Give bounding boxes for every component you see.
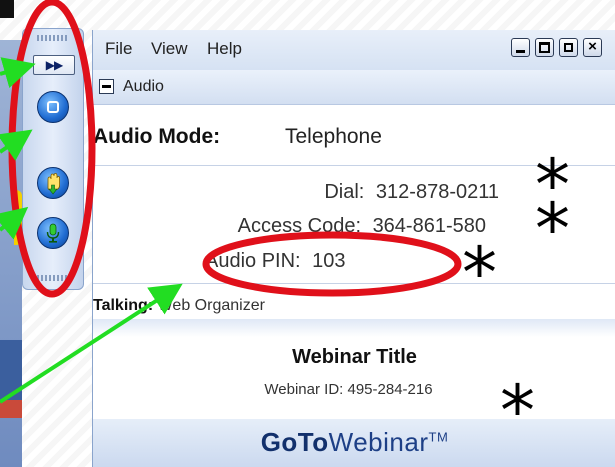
webinar-id: Webinar ID: 495-284-216	[93, 381, 615, 398]
collapse-icon[interactable]	[99, 79, 114, 94]
minimize-button[interactable]	[511, 38, 530, 57]
detach-button[interactable]	[559, 38, 578, 57]
webinar-id-value: 495-284-216	[347, 381, 433, 398]
yellow-tab	[14, 190, 22, 245]
audio-mode-value[interactable]: Telephone	[285, 125, 382, 149]
raise-hand-icon	[47, 173, 60, 195]
close-button[interactable]: ×	[583, 38, 602, 57]
annotation-asterisk: *	[462, 232, 497, 314]
dial-row: Dial: 312-878-0211	[324, 181, 499, 204]
maximize-button[interactable]	[535, 38, 554, 57]
access-code-label: Access Code:	[237, 215, 361, 237]
audio-pin-label: Audio PIN:	[205, 250, 301, 272]
menu-help[interactable]: Help	[207, 39, 242, 59]
raise-hand-button[interactable]	[37, 167, 69, 199]
talking-label: Talking:	[93, 297, 154, 314]
webinar-title: Webinar Title	[292, 346, 417, 368]
expand-panel-button[interactable]: ▶▶	[33, 55, 75, 75]
annotation-asterisk: *	[500, 370, 535, 452]
microphone-button[interactable]	[37, 217, 69, 249]
show-screen-button[interactable]	[37, 91, 69, 123]
audio-section-header[interactable]: Audio	[93, 70, 615, 105]
divider	[93, 283, 615, 284]
talking-value: Web Organizer	[157, 297, 265, 314]
audio-section-label: Audio	[123, 78, 164, 95]
menu-view[interactable]: View	[151, 39, 188, 59]
menu-bar: File View Help ×	[93, 30, 615, 70]
dial-label: Dial:	[324, 181, 365, 203]
webinar-info-box: Webinar Title Webinar ID: 495-284-216	[93, 319, 615, 419]
slide-corner-mark	[0, 0, 14, 18]
webinar-id-label: Webinar ID:	[264, 381, 344, 398]
gotowebinar-logo: GoToWebinarTM	[260, 427, 449, 457]
annotation-asterisk: *	[535, 188, 570, 270]
microphone-icon	[46, 223, 60, 243]
menu-file[interactable]: File	[105, 39, 132, 59]
underlying-window-edge	[0, 40, 22, 467]
access-code-row: Access Code: 364-861-580	[238, 215, 486, 238]
audio-pin-value: 103	[312, 250, 346, 272]
dial-number: 312-878-0211	[375, 181, 499, 203]
grip-handle-bottom[interactable]	[37, 275, 69, 281]
grip-handle-top[interactable]	[37, 35, 69, 41]
blue-band	[0, 340, 22, 400]
brand-bar: GoToWebinarTM	[93, 419, 615, 467]
red-band	[0, 400, 22, 418]
audio-mode-label: Audio Mode:	[93, 125, 221, 148]
talking-status: Talking: Web Organizer	[93, 297, 265, 315]
audio-pin-row: Audio PIN: 103	[205, 250, 346, 273]
grab-tab: ▶▶	[22, 28, 84, 290]
